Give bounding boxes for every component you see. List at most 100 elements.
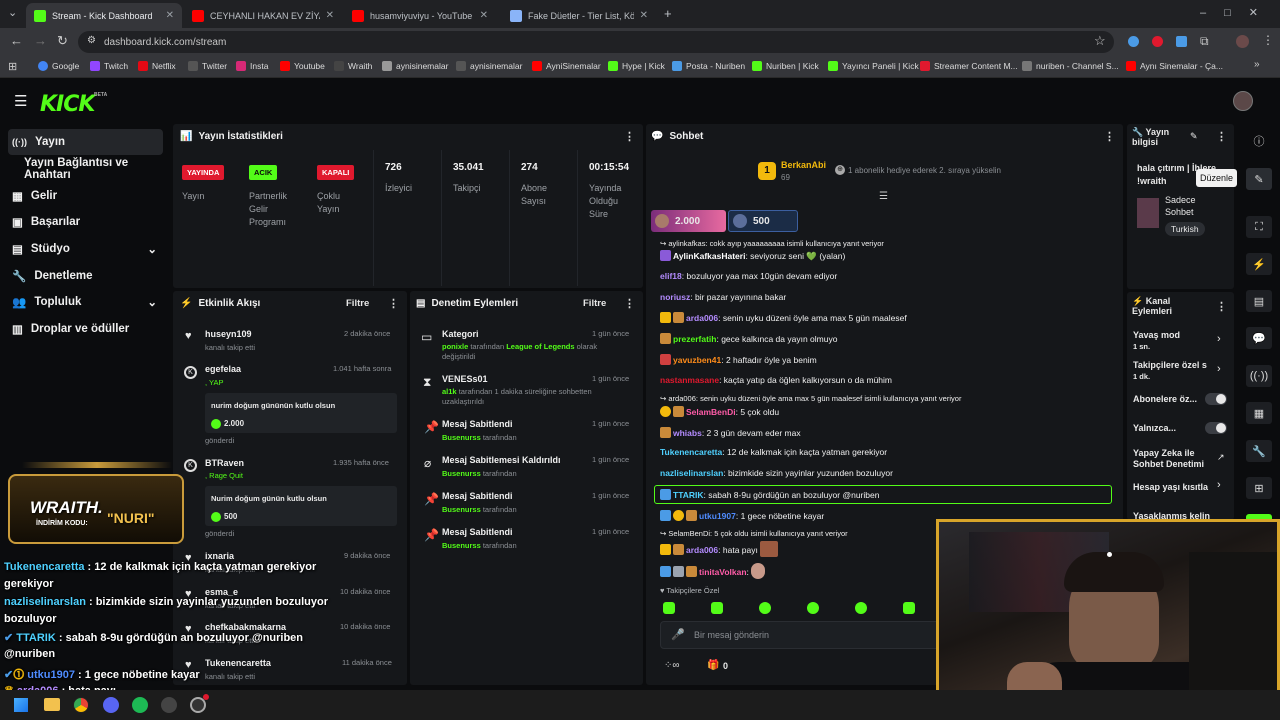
bookmark-nuriben-channel[interactable]: nuriben - Channel S... <box>1022 61 1119 71</box>
bookmark-hype-kick[interactable]: Hype | Kick <box>608 61 665 71</box>
extension-icon[interactable] <box>1128 36 1139 47</box>
channel-actions-menu-icon[interactable]: ⋮ <box>1216 300 1227 313</box>
emote-icon[interactable] <box>855 602 867 614</box>
reload-icon[interactable]: ↻ <box>57 33 68 49</box>
url-input[interactable]: dashboard.kick.com/stream <box>78 31 1114 53</box>
subscribers-only-toggle[interactable] <box>1205 393 1227 405</box>
chat-username[interactable]: SelamBenDi <box>686 407 736 417</box>
bookmarks-overflow-icon[interactable]: » <box>1254 59 1260 70</box>
event-user[interactable]: Tukenencaretta <box>205 658 271 668</box>
sidebar-item-basarilar[interactable]: ▣ Başarılar <box>8 209 163 235</box>
bookmark-netflix[interactable]: Netflix <box>138 61 176 71</box>
sidebar-item-gelir[interactable]: ▦ Gelir <box>8 183 163 209</box>
bookmark-aynisinemalar-1[interactable]: aynisinemalar <box>382 61 448 71</box>
chat-username[interactable]: prezerfatih <box>673 334 716 344</box>
bookmark-posta[interactable]: Posta - Nuriben <box>672 61 745 71</box>
bookmark-aynisinemalar-3[interactable]: AyniSinemalar <box>532 61 601 71</box>
emote-icon[interactable] <box>903 602 915 614</box>
emote-icon[interactable] <box>663 602 675 614</box>
edit-icon[interactable]: ✎ <box>1190 131 1198 142</box>
actor-link[interactable]: Busenurss <box>442 505 481 514</box>
user-avatar[interactable] <box>1233 91 1253 111</box>
chat-username[interactable]: AylinKafkasHateri <box>673 251 745 261</box>
actor-link[interactable]: Busenurss <box>442 433 481 442</box>
profile-avatar[interactable] <box>1236 35 1249 48</box>
edit-icon[interactable]: ✎ <box>1246 168 1272 190</box>
new-tab-button[interactable]: + <box>664 6 672 21</box>
chat-username[interactable]: yavuzben41 <box>673 355 721 365</box>
bookmark-yayinci-paneli[interactable]: Yayıncı Paneli | Kick <box>828 61 919 71</box>
chevron-right-icon[interactable]: › <box>1217 333 1221 345</box>
lightning-icon[interactable]: ⚡ <box>1246 253 1272 275</box>
forward-icon[interactable]: → <box>34 33 47 48</box>
emote-icon[interactable] <box>759 602 771 614</box>
close-icon[interactable]: ✕ <box>480 10 488 21</box>
bookmark-youtube[interactable]: Youtube <box>280 61 325 71</box>
bookmark-streamer-content[interactable]: Streamer Content M... <box>920 61 1018 71</box>
activity-filter-button[interactable]: Filtre <box>346 298 369 309</box>
tab-search-icon[interactable]: ⌄ <box>8 6 17 19</box>
wrench-icon[interactable]: 🔧 <box>1246 440 1272 462</box>
app-icon[interactable] <box>161 697 177 713</box>
discord-icon[interactable] <box>103 697 119 713</box>
actor-link[interactable]: Busenurss <box>442 469 481 478</box>
chat-username[interactable]: nastanmasane <box>660 375 719 385</box>
hamburger-menu-icon[interactable]: ☰ <box>14 92 27 110</box>
chevron-right-icon[interactable]: › <box>1217 479 1221 491</box>
clipboard-icon[interactable]: ▦ <box>1246 402 1272 424</box>
browser-menu-icon[interactable]: ⋮ <box>1262 33 1274 47</box>
bookmark-google[interactable]: Google <box>38 61 79 71</box>
windows-start-icon[interactable] <box>14 698 28 712</box>
spotify-icon[interactable] <box>132 697 148 713</box>
moderation-menu-icon[interactable]: ⋮ <box>624 297 635 310</box>
info-icon[interactable]: ⓘ <box>1246 130 1272 152</box>
chat-username[interactable]: noriusz <box>660 292 690 302</box>
sidebar-item-studyo[interactable]: ▤ Stüdyo ⌄ <box>8 236 163 262</box>
category-thumbnail[interactable] <box>1137 198 1159 228</box>
boost-badge-2[interactable]: 500 <box>728 210 798 232</box>
stream-info-menu-icon[interactable]: ⋮ <box>1216 130 1227 143</box>
tab-tierlist[interactable]: Fake Düetler - Tier List, Kör Sıra✕ <box>502 3 656 28</box>
fullscreen-icon[interactable]: ⛶ <box>1246 216 1272 238</box>
bookmark-aynisinemalar-2[interactable]: aynisinemalar <box>456 61 522 71</box>
tab-kick-dashboard[interactable]: Stream - Kick Dashboard ✕ <box>26 3 182 28</box>
expand-icon[interactable]: ☰ <box>879 191 888 202</box>
chat-input[interactable]: 🎤 Bir mesaj gönderin <box>660 621 940 649</box>
external-link-icon[interactable]: ↗ <box>1217 452 1225 463</box>
chat-menu-icon[interactable]: ⋮ <box>1104 130 1115 143</box>
bookmark-twitter[interactable]: Twitter <box>188 61 227 71</box>
tab-youtube-1[interactable]: CEYHANLI HAKAN EV ZİYARETİ✕ <box>184 3 342 28</box>
event-user[interactable]: huseyn109 <box>205 329 252 339</box>
followers-only-item[interactable]: Takipçilere özel s <box>1133 360 1213 370</box>
tab-youtube-2[interactable]: husamviyuviyu - YouTube ✕ <box>344 3 496 28</box>
emotes-only-toggle[interactable] <box>1205 422 1227 434</box>
chat-username[interactable]: arda006 <box>686 545 718 555</box>
chat-username[interactable]: arda006 <box>686 313 718 323</box>
category-link[interactable]: League of Legends <box>506 342 574 351</box>
actor-link[interactable]: Busenurss <box>442 541 481 550</box>
sidebar-item-yayin[interactable]: ((·)) Yayın <box>8 129 163 155</box>
emote-icon[interactable] <box>711 602 723 614</box>
event-user[interactable]: ixnaria <box>205 551 234 561</box>
grid-icon[interactable]: ⊞ <box>1246 477 1272 499</box>
event-user[interactable]: BTRaven <box>205 458 244 468</box>
chat-username[interactable]: tinitaVolkan <box>699 567 747 577</box>
gift-box-icon[interactable]: 🎁 <box>707 660 719 671</box>
back-icon[interactable]: ← <box>10 33 23 48</box>
apps-grid-icon[interactable]: ⊞ <box>8 60 17 73</box>
microphone-icon[interactable]: 🎤 <box>671 628 685 641</box>
emote-icon[interactable] <box>807 602 819 614</box>
document-icon[interactable]: ▤ <box>1246 290 1272 312</box>
sidebar-item-topluluk[interactable]: 👥 Topluluk ⌄ <box>8 289 163 315</box>
chat-username[interactable]: elif18 <box>660 271 682 281</box>
bookmark-ayni-sinemalar[interactable]: Aynı Sinemalar - Ça... <box>1126 61 1223 71</box>
sidebar-item-droplar[interactable]: ▥ Droplar ve ödüller <box>8 316 163 342</box>
broadcast-icon[interactable]: ((·)) <box>1246 365 1272 387</box>
window-controls[interactable]: ‒□✕ <box>1200 6 1276 19</box>
slow-mode-item[interactable]: Yavaş mod <box>1133 330 1180 340</box>
close-icon[interactable]: ✕ <box>166 10 174 21</box>
event-user[interactable]: egefelaa <box>205 364 241 374</box>
bookmark-insta[interactable]: Insta <box>236 61 268 71</box>
boost-badge-1[interactable]: 2.000 <box>651 210 726 232</box>
chat-bubble-icon[interactable]: 💬 <box>1246 327 1272 349</box>
